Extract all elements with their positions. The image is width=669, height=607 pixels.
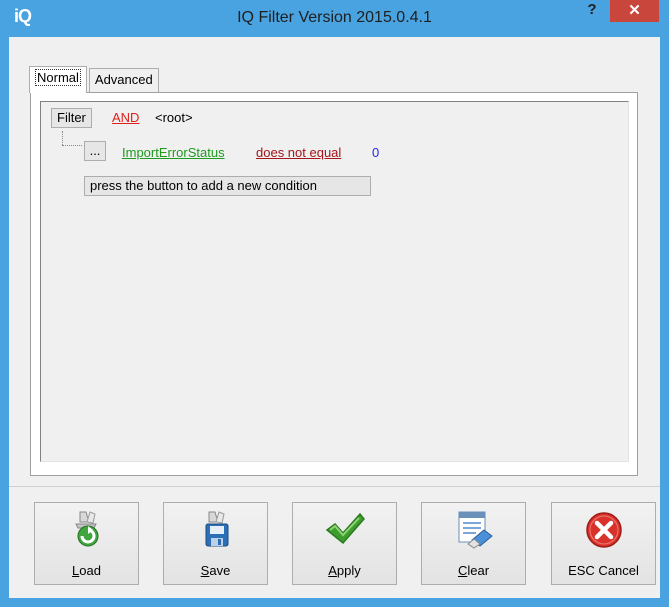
save-mnemonic: S xyxy=(200,563,210,578)
cancel-label: ESC Cancel xyxy=(568,563,639,578)
apply-button[interactable]: Apply xyxy=(292,502,397,585)
save-label: Save xyxy=(200,563,231,578)
filter-button[interactable]: Filter xyxy=(51,108,92,128)
tab-advanced[interactable]: Advanced xyxy=(88,68,159,92)
filter-window: iQ IQ Filter Version 2015.0.4.1 ? ✕ Norm… xyxy=(0,0,669,607)
condition-field-link[interactable]: ImportErrorStatus xyxy=(122,145,225,160)
apply-label: Apply xyxy=(328,563,361,578)
load-button[interactable]: Load xyxy=(34,502,139,585)
clear-label: Clear xyxy=(457,563,490,578)
condition-options-button[interactable]: ... xyxy=(84,141,106,161)
add-condition-button[interactable]: press the button to add a new condition xyxy=(84,176,371,196)
condition-value[interactable]: 0 xyxy=(372,145,379,160)
apply-mnemonic: A xyxy=(328,563,337,578)
checkmark-icon xyxy=(293,509,396,551)
window-title: IQ Filter Version 2015.0.4.1 xyxy=(237,9,432,26)
root-label: <root> xyxy=(155,110,193,125)
tab-strip: Normal Advanced xyxy=(29,66,161,93)
divider xyxy=(9,486,660,487)
close-button[interactable]: ✕ xyxy=(610,0,659,22)
group-operator-link[interactable]: AND xyxy=(112,110,139,125)
tree-connector xyxy=(62,131,63,145)
help-button[interactable]: ? xyxy=(576,0,608,22)
condition-operator-link[interactable]: does not equal xyxy=(256,145,341,160)
load-mnemonic: L xyxy=(72,563,80,578)
clear-icon xyxy=(422,509,525,551)
save-icon xyxy=(164,509,267,551)
tab-normal-label: Normal xyxy=(35,69,81,86)
cancel-button[interactable]: ESC Cancel xyxy=(551,502,656,585)
title-bar[interactable]: iQ IQ Filter Version 2015.0.4.1 ? ✕ xyxy=(0,0,669,36)
save-button[interactable]: Save xyxy=(163,502,268,585)
clear-mnemonic: C xyxy=(457,563,468,578)
tree-connector-branch xyxy=(62,145,82,146)
clear-button[interactable]: Clear xyxy=(421,502,526,585)
cancel-icon xyxy=(552,509,655,551)
tab-advanced-label: Advanced xyxy=(94,72,153,87)
tab-normal[interactable]: Normal xyxy=(29,66,87,93)
load-label: Load xyxy=(72,563,101,578)
load-icon xyxy=(35,509,138,551)
